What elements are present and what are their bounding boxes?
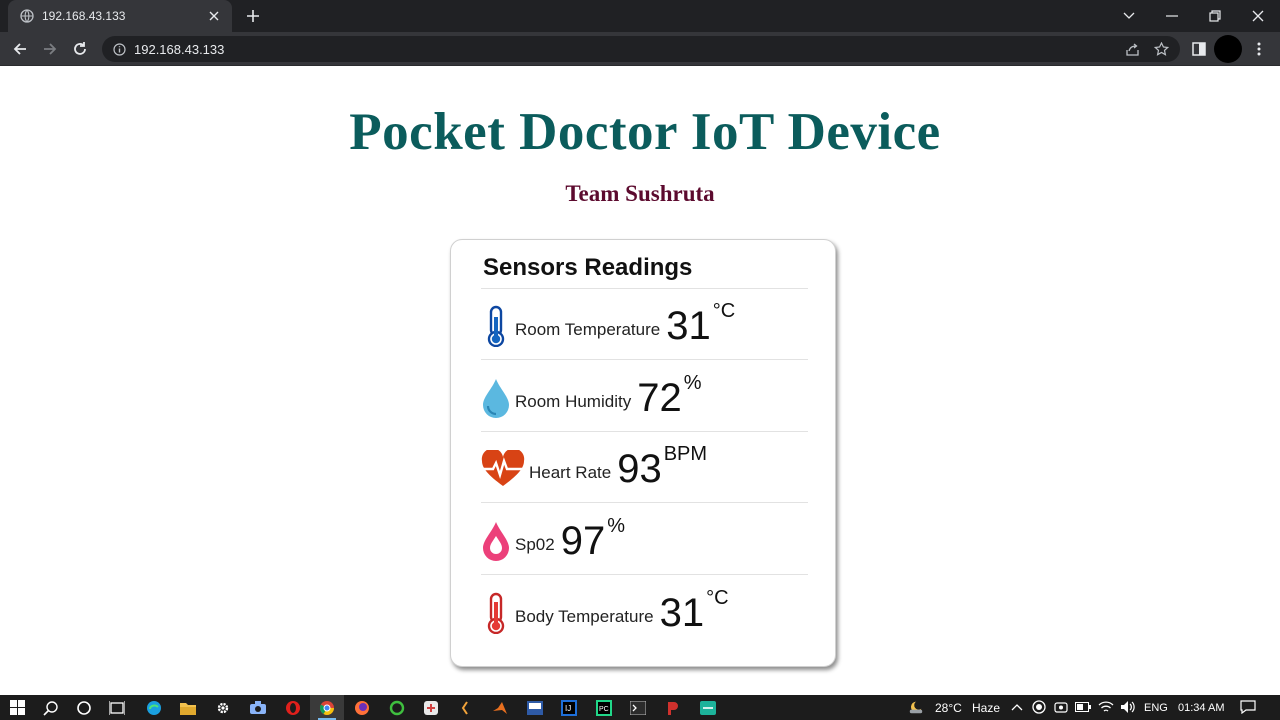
reading-label: Room Humidity bbox=[515, 392, 632, 411]
battery-icon[interactable] bbox=[1075, 699, 1091, 715]
reading-value: 97 bbox=[560, 519, 606, 563]
new-tab-button[interactable] bbox=[244, 7, 262, 25]
app-icon[interactable] bbox=[414, 695, 448, 720]
reading-label: Heart Rate bbox=[529, 463, 612, 482]
site-info-icon[interactable] bbox=[112, 42, 126, 56]
record-icon[interactable] bbox=[1031, 699, 1047, 715]
reading-room-temperature: Room Temperature 31 °C bbox=[479, 298, 735, 348]
reading-unit: °C bbox=[706, 587, 729, 609]
terminal-icon[interactable] bbox=[621, 695, 655, 720]
page-subtitle: Team Sushruta bbox=[565, 181, 715, 206]
blood-drop-icon bbox=[479, 519, 513, 563]
url-text[interactable]: 192.168.43.133 bbox=[134, 42, 224, 57]
matlab-icon[interactable] bbox=[483, 695, 517, 720]
wifi-icon[interactable] bbox=[1098, 699, 1114, 715]
browser-tab-bar: 192.168.43.133 bbox=[0, 0, 1280, 32]
opera-browser-icon[interactable] bbox=[276, 695, 310, 720]
cortana-icon[interactable] bbox=[67, 695, 101, 720]
app-icon[interactable] bbox=[518, 695, 552, 720]
reading-room-humidity: Room Humidity 72 % bbox=[479, 370, 702, 420]
volume-icon[interactable] bbox=[1120, 699, 1136, 715]
divider bbox=[481, 359, 808, 360]
back-button[interactable] bbox=[9, 38, 31, 60]
divider bbox=[481, 574, 808, 575]
camera-app-icon[interactable] bbox=[241, 695, 275, 720]
pycharm-icon[interactable]: PC bbox=[587, 695, 621, 720]
weather-icon[interactable] bbox=[908, 699, 924, 715]
close-window-button[interactable] bbox=[1236, 0, 1280, 32]
task-view-icon[interactable] bbox=[100, 695, 134, 720]
weather-temperature[interactable]: 28°C bbox=[935, 695, 962, 720]
address-bar[interactable]: 192.168.43.133 bbox=[102, 36, 1180, 62]
restore-button[interactable] bbox=[1193, 0, 1237, 32]
divider bbox=[481, 431, 808, 432]
meet-now-icon[interactable] bbox=[1053, 699, 1069, 715]
browser-toolbar: 192.168.43.133 bbox=[0, 32, 1280, 66]
firefox-browser-icon[interactable] bbox=[345, 695, 379, 720]
reading-unit: °C bbox=[712, 300, 736, 322]
reading-sp02: Sp02 97 % bbox=[479, 513, 625, 563]
code-editor-icon[interactable] bbox=[448, 695, 482, 720]
reading-label: Room Temperature bbox=[515, 320, 661, 339]
reading-unit: BPM bbox=[663, 443, 708, 465]
reading-unit: % bbox=[683, 372, 702, 394]
card-title: Sensors Readings bbox=[483, 254, 693, 281]
svg-text:IJ: IJ bbox=[565, 704, 571, 713]
side-panel-icon[interactable] bbox=[1188, 38, 1210, 60]
water-drop-icon bbox=[479, 376, 513, 420]
file-explorer-icon[interactable] bbox=[171, 695, 205, 720]
clock-time[interactable]: 01:34 AM bbox=[1178, 695, 1224, 720]
chrome-browser-icon[interactable] bbox=[310, 695, 344, 720]
intellij-icon[interactable]: IJ bbox=[552, 695, 586, 720]
divider bbox=[481, 502, 808, 503]
notification-icon[interactable] bbox=[1240, 699, 1256, 715]
search-icon[interactable] bbox=[34, 695, 68, 720]
menu-kebab-icon[interactable] bbox=[1248, 38, 1270, 60]
reading-value: 72 bbox=[637, 376, 682, 420]
minimize-button[interactable] bbox=[1150, 0, 1194, 32]
app-icon[interactable] bbox=[656, 695, 690, 720]
reading-value: 93 bbox=[617, 447, 662, 491]
thermometer-icon bbox=[479, 304, 513, 348]
globe-icon bbox=[20, 9, 34, 23]
bookmark-star-icon[interactable] bbox=[1152, 40, 1170, 58]
profile-avatar[interactable] bbox=[1214, 35, 1242, 63]
share-icon[interactable] bbox=[1123, 40, 1141, 58]
windows-start-icon[interactable] bbox=[0, 695, 34, 720]
sensor-readings-card: Sensors Readings Room Temperature 31 °C … bbox=[450, 239, 836, 667]
windows-taskbar: IJ PC 28°C Haze ENG 01:34 AM bbox=[0, 695, 1280, 720]
heart-rate-icon bbox=[479, 447, 527, 491]
reading-label: Body Temperature bbox=[515, 607, 654, 626]
page-title: Pocket Doctor IoT Device bbox=[349, 103, 941, 161]
language-indicator[interactable]: ENG bbox=[1144, 695, 1168, 720]
tab-title: 192.168.43.133 bbox=[42, 9, 126, 23]
forward-button[interactable] bbox=[39, 38, 61, 60]
reading-body-temperature: Body Temperature 31 °C bbox=[479, 585, 729, 635]
reading-heart-rate: Heart Rate 93 BPM bbox=[479, 441, 707, 491]
browser-tab[interactable]: 192.168.43.133 bbox=[8, 0, 232, 32]
app-icon[interactable] bbox=[691, 695, 725, 720]
chevron-up-icon[interactable] bbox=[1009, 699, 1025, 715]
edge-browser-icon[interactable] bbox=[137, 695, 171, 720]
reading-value: 31 bbox=[666, 304, 711, 348]
tab-search-icon[interactable] bbox=[1107, 0, 1151, 32]
reload-button[interactable] bbox=[69, 38, 91, 60]
settings-gear-icon[interactable] bbox=[206, 695, 240, 720]
weather-description[interactable]: Haze bbox=[972, 695, 1000, 720]
page-content: Pocket Doctor IoT Device Team Sushruta S… bbox=[0, 66, 1280, 695]
divider bbox=[481, 288, 808, 289]
body-thermometer-icon bbox=[479, 591, 513, 635]
sync-app-icon[interactable] bbox=[380, 695, 414, 720]
reading-label: Sp02 bbox=[515, 535, 555, 554]
reading-value: 31 bbox=[659, 591, 705, 635]
reading-unit: % bbox=[607, 515, 625, 537]
svg-text:PC: PC bbox=[599, 706, 609, 713]
close-tab-icon[interactable] bbox=[206, 8, 222, 24]
